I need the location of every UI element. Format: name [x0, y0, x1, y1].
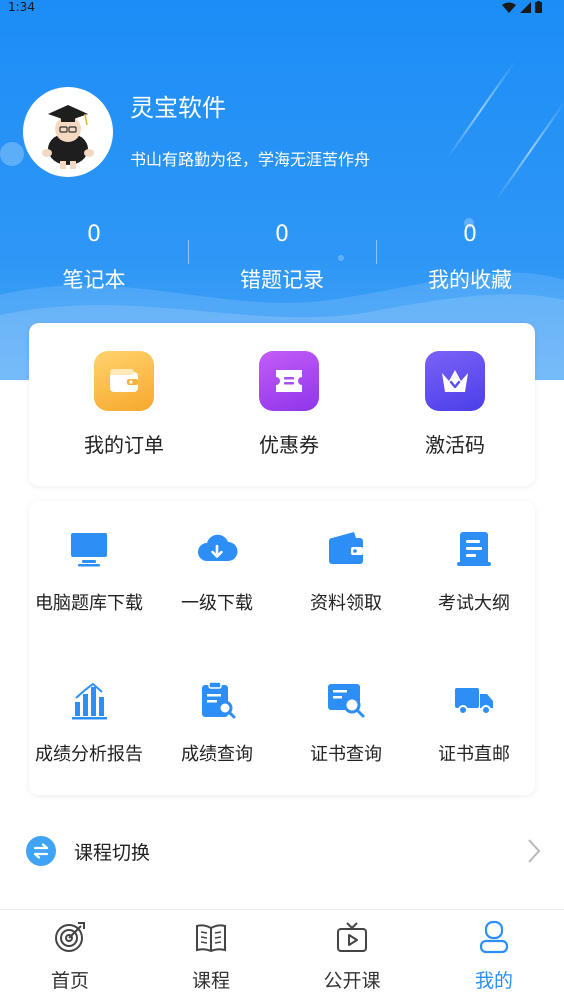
stat-favorites[interactable]: 0 我的收藏 — [376, 222, 564, 294]
service-label: 成绩查询 — [181, 744, 253, 765]
quick-action-label: 激活码 — [425, 433, 485, 457]
service-label: 证书直邮 — [438, 744, 510, 765]
tab-label: 公开课 — [323, 970, 381, 992]
wallet-icon — [94, 351, 154, 411]
service-label: 考试大纲 — [438, 593, 510, 614]
tab-label: 我的 — [474, 970, 513, 992]
stat-value: 0 — [463, 222, 477, 247]
stat-value: 0 — [87, 222, 101, 247]
status-bar: 1:34 — [0, 0, 564, 16]
wallet-icon — [329, 532, 363, 564]
level-one-download-button[interactable]: 一级下载 — [154, 527, 280, 615]
decor-bubble — [0, 142, 24, 166]
service-label: 一级下载 — [181, 593, 253, 614]
target-icon — [55, 922, 85, 952]
user-icon — [479, 920, 509, 954]
chevron-right-icon — [528, 839, 541, 863]
monitor-icon — [71, 533, 107, 567]
tab-mine[interactable]: 我的 — [444, 920, 544, 993]
tab-open-class[interactable]: 公开课 — [302, 920, 402, 993]
service-label: 成绩分析报告 — [35, 744, 143, 765]
course-switch-row[interactable]: 课程切换 — [0, 823, 564, 879]
wifi-icon — [502, 2, 516, 13]
certificate-query-button[interactable]: 证书查询 — [283, 678, 409, 766]
swap-icon — [26, 836, 56, 866]
service-label: 电脑题库下载 — [35, 593, 143, 614]
stat-wrong-questions[interactable]: 0 错题记录 — [188, 222, 376, 294]
user-motto: 书山有路勤为径，学海无涯苦作舟 — [130, 150, 371, 169]
signal-icon — [520, 1, 531, 13]
clipboard-search-icon — [202, 681, 236, 719]
user-name[interactable]: 灵宝软件 — [130, 88, 226, 123]
stat-label: 我的收藏 — [428, 268, 512, 292]
tab-label: 课程 — [191, 970, 230, 992]
quick-action-label: 我的订单 — [84, 433, 164, 457]
coupons-button[interactable]: 优惠券 — [224, 351, 354, 458]
certificate-mail-button[interactable]: 证书直邮 — [411, 678, 537, 766]
cloud-download-icon — [198, 534, 238, 561]
scholar-avatar-icon — [42, 105, 94, 169]
my-orders-button[interactable]: 我的订单 — [59, 351, 189, 458]
battery-icon — [535, 1, 542, 13]
materials-claim-button[interactable]: 资料领取 — [283, 527, 409, 615]
tab-home[interactable]: 首页 — [20, 920, 120, 993]
scroll-icon — [457, 532, 491, 566]
score-query-button[interactable]: 成绩查询 — [154, 678, 280, 766]
course-switch-label: 课程切换 — [74, 842, 151, 864]
stat-label: 笔记本 — [62, 268, 126, 292]
truck-icon — [455, 688, 493, 715]
pc-question-bank-download-button[interactable]: 电脑题库下载 — [26, 527, 152, 615]
certificate-search-icon — [328, 684, 365, 718]
crown-icon — [425, 351, 485, 411]
book-icon — [196, 924, 226, 953]
status-time: 1:34 — [8, 0, 35, 14]
tab-courses[interactable]: 课程 — [161, 920, 261, 993]
service-label: 证书查询 — [310, 744, 382, 765]
tv-play-icon — [337, 922, 367, 952]
stat-label: 错题记录 — [240, 268, 324, 292]
score-analysis-report-button[interactable]: 成绩分析报告 — [26, 678, 152, 766]
quick-action-label: 优惠券 — [259, 433, 319, 457]
bar-chart-icon — [72, 682, 107, 720]
exam-syllabus-button[interactable]: 考试大纲 — [411, 527, 537, 615]
quick-actions-card: 我的订单 优惠券 激活码 — [29, 323, 535, 486]
decor-streak — [495, 100, 564, 200]
services-card: 电脑题库下载 一级下载 资料领取 考试大纲 成绩分析报告 成绩查询 证书查询 证… — [29, 501, 535, 795]
coupon-icon — [259, 351, 319, 411]
stat-notebook[interactable]: 0 笔记本 — [0, 222, 188, 294]
stat-value: 0 — [275, 222, 289, 247]
service-label: 资料领取 — [310, 593, 382, 614]
decor-streak — [445, 60, 517, 160]
activation-code-button[interactable]: 激活码 — [390, 351, 520, 458]
bottom-tab-bar: 首页 课程 公开课 我的 — [0, 909, 564, 999]
tab-label: 首页 — [50, 970, 89, 992]
avatar[interactable] — [23, 87, 113, 177]
